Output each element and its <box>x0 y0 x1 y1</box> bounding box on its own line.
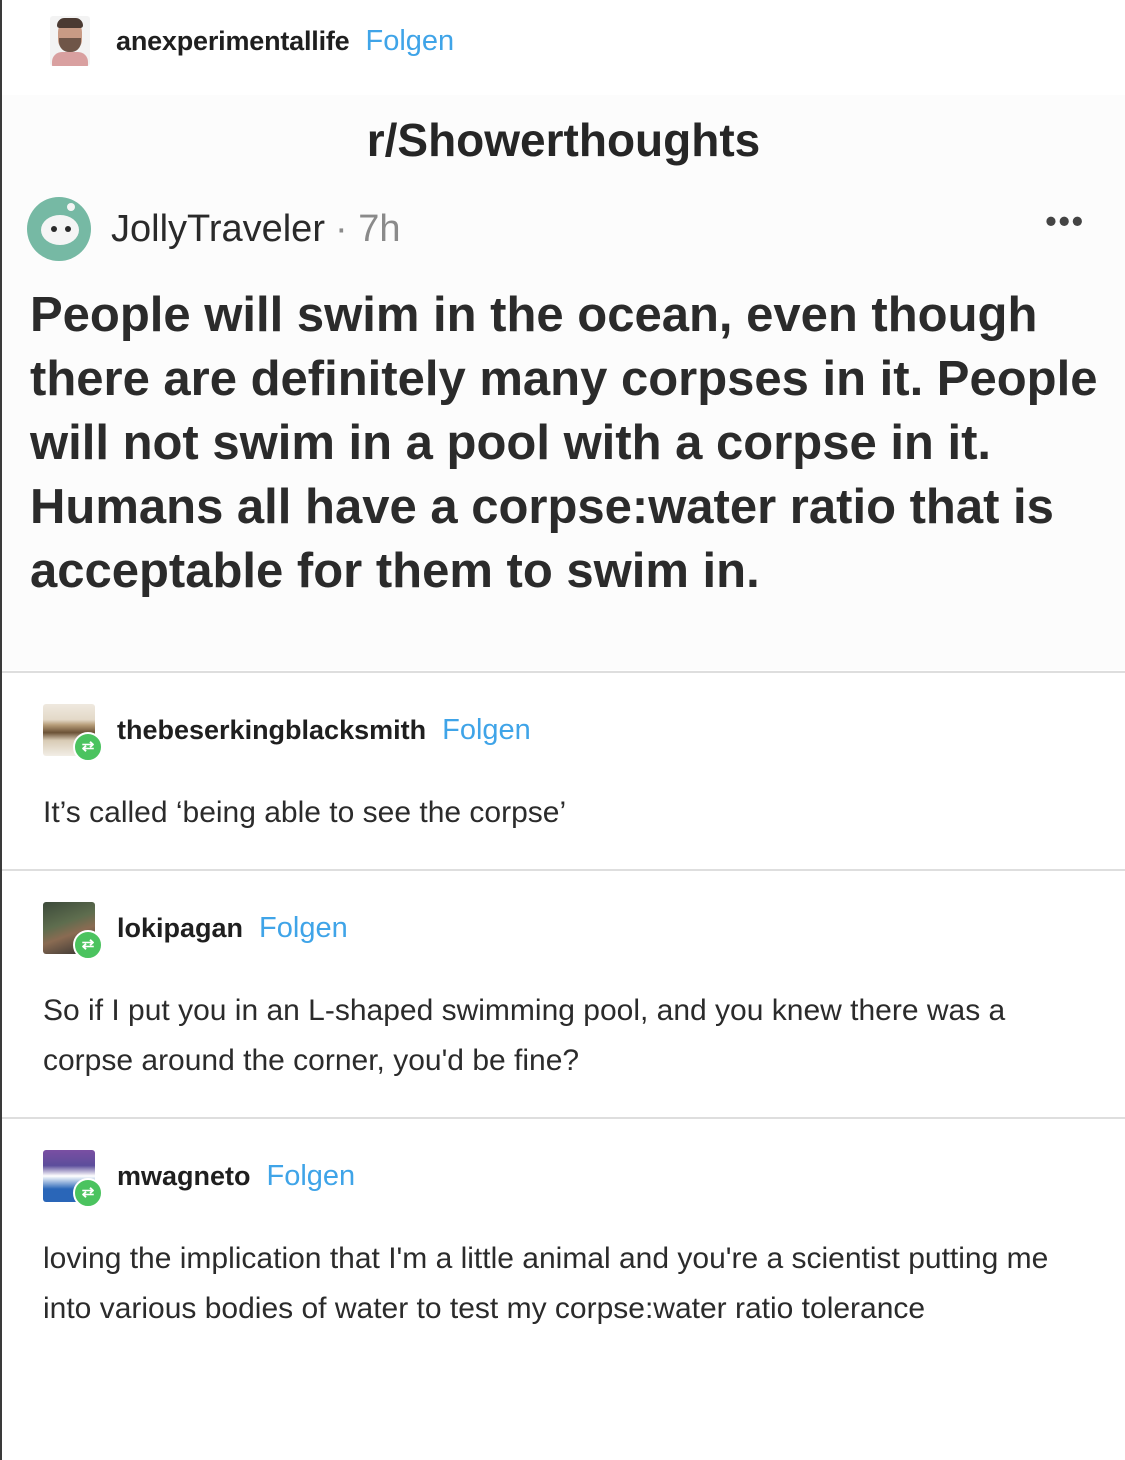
reblog-badge-icon: ⇄ <box>73 930 103 960</box>
subreddit-title: r/Showerthoughts <box>366 114 761 166</box>
reblog-username[interactable]: lokipagan <box>117 913 243 944</box>
reblog-entry: ⇄ thebeserkingblacksmith Folgen It’s cal… <box>43 702 1093 838</box>
reblog-username[interactable]: thebeserkingblacksmith <box>117 715 426 746</box>
follow-button[interactable]: Folgen <box>366 25 455 58</box>
reddit-avatar-icon <box>27 197 91 261</box>
follow-button[interactable]: Folgen <box>259 912 348 945</box>
header-username[interactable]: anexperimentallife <box>116 26 350 57</box>
avatar[interactable]: ⇄ <box>43 902 103 960</box>
avatar[interactable]: ⇄ <box>43 1150 103 1208</box>
reblog-text: So if I put you in an L-shaped swimming … <box>43 994 1006 1077</box>
reblog-text: It’s called ‘being able to see the corps… <box>43 796 567 829</box>
reblog-entry: ⇄ mwagneto Folgen loving the implication… <box>43 1148 1093 1334</box>
reblog-text: loving the implication that I'm a little… <box>43 1242 1049 1325</box>
reblog-username[interactable]: mwagneto <box>117 1161 251 1192</box>
reblog-badge-icon: ⇄ <box>73 732 103 762</box>
post-header: anexperimentallife Folgen <box>50 16 454 66</box>
poster-row: JollyTraveler · 7h <box>27 197 400 261</box>
avatar[interactable]: ⇄ <box>43 704 103 762</box>
follow-button[interactable]: Folgen <box>267 1160 356 1193</box>
divider <box>2 869 1125 871</box>
poster-name: JollyTraveler <box>111 207 325 250</box>
post-time: · 7h <box>334 207 401 250</box>
reblog-entry: ⇄ lokipagan Folgen So if I put you in an… <box>43 900 1093 1086</box>
avatar[interactable] <box>50 16 90 66</box>
divider <box>2 671 1125 673</box>
post-body: People will swim in the ocean, even thou… <box>30 288 1098 598</box>
divider <box>2 1117 1125 1119</box>
reblog-badge-icon: ⇄ <box>73 1178 103 1208</box>
follow-button[interactable]: Folgen <box>442 714 531 747</box>
more-options-icon: ••• <box>1045 203 1085 239</box>
quoted-reddit-post: r/Showerthoughts JollyTraveler · 7h ••• … <box>2 95 1125 670</box>
